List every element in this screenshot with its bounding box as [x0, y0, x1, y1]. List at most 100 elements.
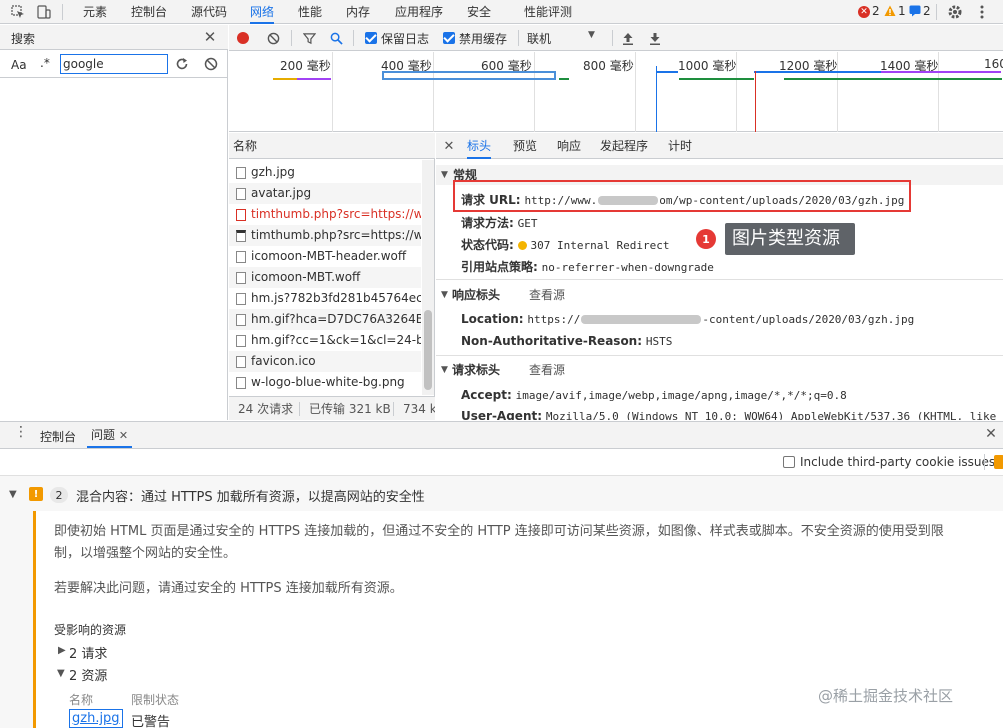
tab-security[interactable]: 安全: [467, 0, 491, 24]
status-dot-icon: [517, 241, 527, 250]
view-source-link[interactable]: 查看源: [529, 285, 565, 305]
tab-timing[interactable]: 计时: [668, 133, 692, 159]
request-row[interactable]: gzh.jpg: [229, 162, 421, 183]
chevron-right-icon[interactable]: ▶: [58, 645, 66, 656]
request-row[interactable]: timthumb.php?src=https://ww...: [229, 225, 421, 246]
preserve-log-checkbox[interactable]: [365, 32, 377, 44]
column-status-header: 限制状态: [131, 693, 180, 707]
accept-header-row: Accept: image/avif,image/webp,image/apng…: [461, 388, 847, 402]
request-method-row: 请求方法: GET: [461, 216, 538, 230]
network-overview[interactable]: 200 毫秒 400 毫秒 600 毫秒 800 毫秒 1000 毫秒 1200…: [229, 52, 1003, 132]
disable-cache-checkbox[interactable]: [443, 32, 455, 44]
tab-drawer-console[interactable]: 控制台: [40, 428, 76, 445]
request-row[interactable]: hm.gif?hca=D7DC76A3264B92E...: [229, 309, 421, 330]
highlight-box: [453, 180, 911, 212]
tab-elements[interactable]: 元素: [83, 0, 107, 24]
redacted-text: [581, 315, 702, 324]
tab-network[interactable]: 网络: [250, 0, 275, 24]
annotation-number: 1: [696, 229, 716, 249]
regex-button[interactable]: .*: [40, 56, 50, 70]
file-icon: [236, 293, 246, 305]
refresh-icon[interactable]: [174, 56, 190, 72]
match-case-button[interactable]: Aa: [11, 58, 27, 72]
close-drawer-icon[interactable]: ✕: [983, 426, 999, 442]
filter-icon[interactable]: [301, 30, 317, 46]
third-party-checkbox[interactable]: [783, 456, 795, 468]
network-toolbar: 保留日志 禁用缓存 联机 ▼: [229, 25, 1003, 51]
close-icon[interactable]: ✕: [442, 139, 456, 154]
record-icon[interactable]: [237, 32, 249, 44]
request-list-scrollbar[interactable]: [422, 160, 434, 395]
tab-initiator[interactable]: 发起程序: [600, 133, 648, 159]
chevron-down-icon[interactable]: ▼: [588, 30, 595, 40]
request-row[interactable]: hm.js?782b3fd281b45764ec0cf...: [229, 288, 421, 309]
column-name-header: 名称: [69, 693, 94, 707]
clear-log-icon[interactable]: [265, 30, 281, 46]
tab-memory[interactable]: 内存: [346, 0, 370, 24]
chevron-down-icon: ▼: [441, 365, 448, 375]
issue-count-badge: 2: [50, 487, 68, 503]
request-row[interactable]: icomoon-MBT-header.woff: [229, 246, 421, 267]
tab-drawer-issues[interactable]: 问题 ✕: [87, 422, 133, 448]
affected-requests-toggle[interactable]: 2 请求: [69, 643, 107, 662]
issues-toolbar: Include third-party cookie issues: [0, 449, 1003, 476]
file-icon: [236, 230, 246, 242]
file-icon: [236, 209, 246, 221]
download-icon[interactable]: [647, 30, 663, 46]
non-authoritative-reason-row: Non-Authoritative-Reason: HSTS: [461, 334, 673, 348]
tab-preview[interactable]: 预览: [513, 133, 537, 159]
issue-description: 即使初始 HTML 页面是通过安全的 HTTPS 连接加载的，但通过不安全的 H…: [54, 524, 944, 539]
affected-resources-toggle[interactable]: 2 资源: [69, 665, 107, 684]
warning-count[interactable]: 1: [898, 4, 906, 18]
clear-icon[interactable]: [203, 56, 219, 72]
request-headers-section-header[interactable]: ▼ 请求标头 查看源: [436, 360, 1003, 380]
request-row[interactable]: icomoon-MBT.woff: [229, 267, 421, 288]
more-options-icon[interactable]: [973, 3, 991, 21]
close-icon[interactable]: ✕: [119, 429, 128, 442]
tab-lighthouse[interactable]: 性能评测: [524, 0, 572, 24]
tab-headers[interactable]: 标头: [467, 133, 492, 159]
request-details: ✕ 标头 预览 响应 发起程序 计时 ▼ 常规 请求 URL: http://w…: [436, 133, 1003, 420]
tick-label: 800 毫秒: [583, 59, 634, 73]
drawer-menu-icon[interactable]: ⋮: [14, 424, 28, 440]
chevron-down-icon[interactable]: ▼: [9, 489, 17, 500]
location-header-row: Location: https://-content/uploads/2020/…: [461, 312, 915, 326]
tab-response[interactable]: 响应: [557, 133, 581, 159]
inspect-element-icon[interactable]: [10, 4, 26, 20]
tab-performance[interactable]: 性能: [298, 0, 322, 24]
request-row[interactable]: timthumb.php?src=https://ww...: [229, 204, 421, 225]
device-toolbar-icon[interactable]: [36, 4, 52, 20]
request-row[interactable]: favicon.ico: [229, 351, 421, 372]
tab-sources[interactable]: 源代码: [191, 0, 227, 24]
info-count[interactable]: 2: [923, 4, 931, 18]
watermark: @稀土掘金技术社区: [818, 687, 954, 705]
issue-title[interactable]: 混合内容：通过 HTTPS 加载所有资源，以提高网站的安全性: [76, 486, 425, 505]
search-input[interactable]: [60, 54, 168, 74]
chevron-down-icon[interactable]: ▼: [57, 668, 65, 679]
resource-link[interactable]: gzh.jpg: [69, 709, 123, 728]
tab-application[interactable]: 应用程序: [395, 0, 443, 24]
name-column-header[interactable]: 名称: [229, 133, 435, 159]
request-row[interactable]: w-logo-blue-white-bg.png: [229, 372, 421, 393]
issues-pane: Include third-party cookie issues ▼ ! 2 …: [0, 449, 1003, 728]
search-icon[interactable]: [328, 30, 344, 46]
warning-icon: [884, 5, 896, 17]
throttle-select[interactable]: 联机: [527, 30, 551, 47]
tick-label: 1000 毫秒: [678, 59, 737, 73]
file-icon: [236, 377, 246, 389]
issue-fix-text: 若要解决此问题，请通过安全的 HTTPS 连接加载所有资源。: [54, 581, 403, 596]
view-source-link[interactable]: 查看源: [529, 360, 565, 380]
gear-icon[interactable]: [946, 3, 964, 21]
close-icon[interactable]: ✕: [202, 28, 218, 46]
chevron-down-icon: ▼: [441, 290, 448, 300]
tab-console[interactable]: 控制台: [131, 0, 167, 24]
request-row[interactable]: avatar.jpg: [229, 183, 421, 204]
request-row[interactable]: hm.gif?cc=1&ck=1&cl=24-bit&...: [229, 330, 421, 351]
file-icon: [236, 356, 246, 368]
response-headers-section-header[interactable]: ▼ 响应标头 查看源: [436, 285, 1003, 305]
upload-icon[interactable]: [620, 30, 636, 46]
error-count[interactable]: 2: [872, 4, 880, 18]
search-title: 搜索: [11, 32, 36, 46]
issue-description-cont: 制，以增强整个网站的安全性。: [54, 546, 237, 561]
warning-icon: !: [29, 487, 43, 501]
